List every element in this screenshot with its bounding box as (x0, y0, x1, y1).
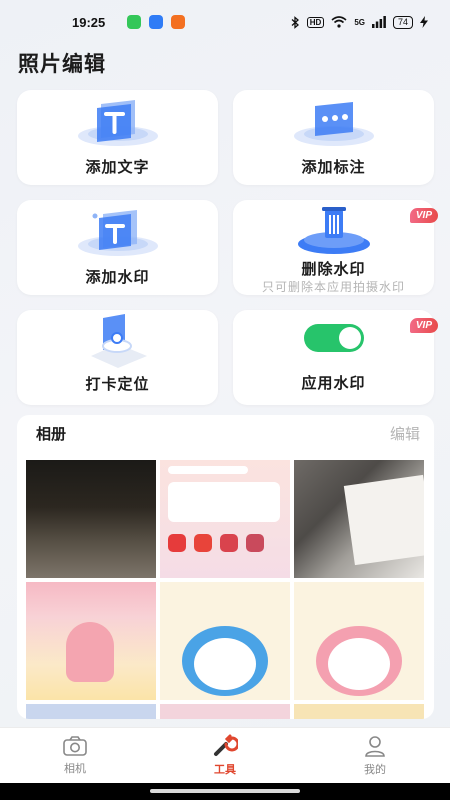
status-right: HD 5G 74 (291, 15, 428, 29)
home-indicator[interactable] (150, 789, 300, 793)
photo-cartoon-figure (66, 622, 114, 682)
status-app-icons (127, 15, 186, 29)
photo-cartoon-face (194, 638, 256, 690)
page-title: 照片编辑 (18, 53, 106, 76)
location-tool-illustration (90, 314, 147, 368)
add-annotation-label: 添加标注 (301, 159, 366, 176)
apply-watermark-card: VIP 应用水印 (233, 310, 438, 405)
nav-mine-label: 我的 (364, 764, 386, 776)
album-photo[interactable] (294, 582, 424, 700)
charging-icon (420, 16, 428, 28)
wrench-icon (214, 734, 238, 756)
status-bar: 19:25 HD 5G 74 (0, 0, 450, 44)
screenshot-news-card (168, 482, 280, 522)
photo-paper (343, 474, 424, 566)
nav-mine[interactable]: 我的 (300, 728, 450, 783)
hd-badge: HD (306, 16, 325, 28)
status-time: 19:25 (72, 14, 106, 30)
add-watermark-card[interactable]: 添加水印 (17, 200, 218, 295)
wifi-icon (331, 16, 347, 28)
nav-tools[interactable]: 工具 (150, 728, 300, 783)
app-icon (149, 15, 164, 29)
apply-watermark-label: 应用水印 (301, 375, 366, 392)
nav-camera-label: 相机 (64, 763, 86, 775)
screenshot-app-grid (168, 534, 280, 554)
album-photo[interactable] (26, 460, 156, 578)
album-panel: 相册 编辑 (17, 415, 434, 719)
vip-badge: VIP (409, 208, 438, 223)
checkin-location-label: 打卡定位 (85, 376, 150, 393)
remove-watermark-card[interactable]: VIP 删除水印 只可删除本应用拍摄水印 (233, 200, 438, 295)
remove-watermark-label: 删除水印 (301, 261, 366, 278)
add-annotation-card[interactable]: 添加标注 (233, 90, 434, 185)
checkin-location-card[interactable]: 打卡定位 (17, 310, 218, 405)
photo-cartoon-face (328, 638, 390, 690)
trash-icon (297, 207, 370, 254)
bottom-nav: 相机 工具 我的 (0, 727, 450, 783)
wechat-icon (127, 15, 142, 29)
signal-icon (371, 16, 386, 28)
screenshot-search-strip (168, 466, 248, 474)
person-icon (365, 736, 385, 757)
album-title: 相册 (36, 426, 67, 443)
battery-indicator: 74 (392, 15, 413, 29)
remove-watermark-note: 只可删除本应用拍摄水印 (261, 280, 405, 294)
album-photo[interactable] (160, 582, 290, 700)
add-text-label: 添加文字 (85, 159, 150, 176)
add-watermark-label: 添加水印 (85, 269, 150, 286)
album-edit-button[interactable]: 编辑 (390, 423, 420, 444)
apply-watermark-toggle[interactable] (303, 324, 364, 352)
vip-badge: VIP (409, 318, 438, 333)
toggle-knob (338, 327, 361, 349)
watermark-tool-illustration (77, 210, 158, 256)
album-photo[interactable] (160, 460, 290, 578)
album-photo[interactable] (160, 704, 290, 719)
gesture-bar-area (0, 783, 450, 800)
app-icon (171, 15, 186, 29)
bluetooth-icon (291, 15, 299, 29)
album-photo[interactable] (294, 460, 424, 578)
album-photo[interactable] (26, 582, 156, 700)
add-text-card[interactable]: 添加文字 (17, 90, 218, 185)
album-photo[interactable] (294, 704, 424, 719)
nav-camera[interactable]: 相机 (0, 728, 150, 783)
network-type: 5G (354, 17, 365, 27)
text-tool-illustration (77, 100, 158, 146)
album-photo[interactable] (26, 704, 156, 719)
camera-icon (63, 736, 87, 756)
nav-tools-label: 工具 (214, 764, 236, 776)
annotation-tool-illustration (293, 102, 374, 146)
